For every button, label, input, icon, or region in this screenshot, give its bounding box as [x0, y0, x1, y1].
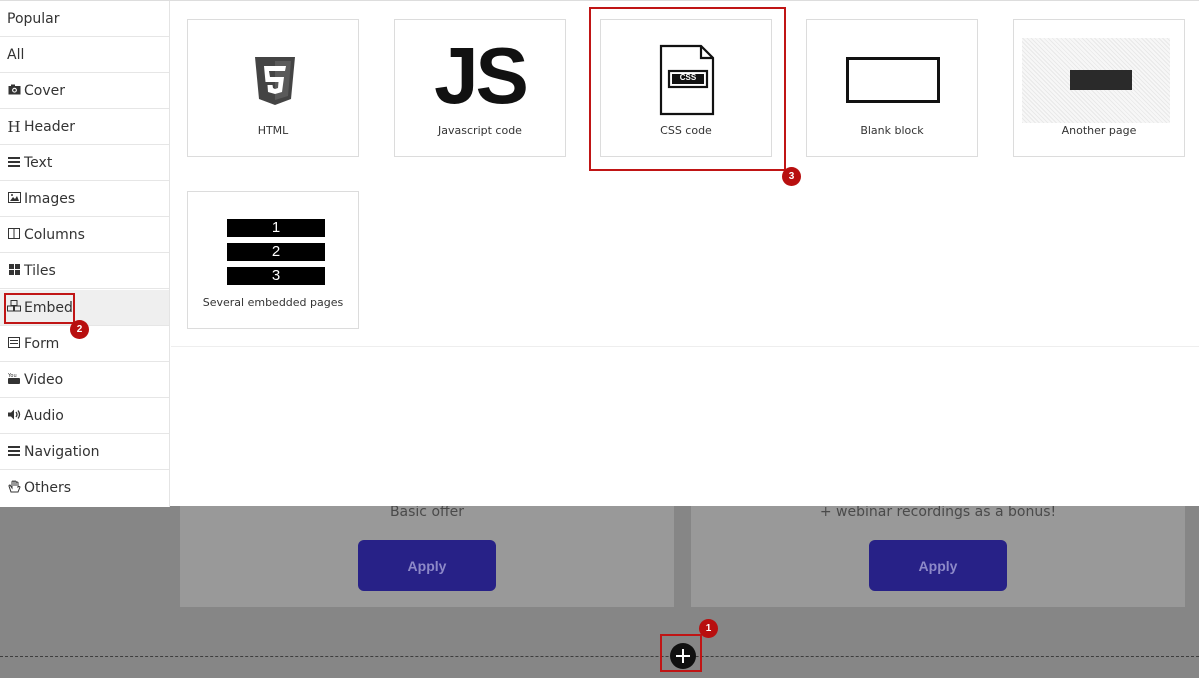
tile-html[interactable]: HTML: [187, 19, 359, 157]
tile-several-embedded-pages[interactable]: 1 2 3 Several embedded pages: [187, 191, 359, 329]
js-icon: JS: [434, 31, 529, 120]
offer-card-text: Basic offer: [389, 504, 465, 520]
block-library-panel: Popular All Cover H Header Text Images C…: [0, 0, 1199, 507]
apply-button[interactable]: Apply: [869, 540, 1007, 591]
sidebar-item-label: Tiles: [24, 262, 56, 279]
embedded-page-bar: 1: [227, 219, 325, 237]
speaker-icon: [7, 409, 21, 423]
sidebar-item-tiles[interactable]: Tiles: [0, 253, 169, 289]
sidebar-item-label: All: [7, 46, 25, 63]
sidebar-item-popular[interactable]: Popular: [0, 1, 169, 37]
tile-label: HTML: [257, 124, 289, 137]
sidebar-item-columns[interactable]: Columns: [0, 217, 169, 253]
tile-javascript[interactable]: JS Javascript code: [394, 19, 566, 157]
apply-button[interactable]: Apply: [358, 540, 496, 591]
image-icon: [7, 191, 21, 206]
another-page-thumbnail: [1022, 38, 1170, 123]
sidebar-item-label: Popular: [7, 10, 60, 27]
sidebar-item-text[interactable]: Text: [0, 145, 169, 181]
sidebar-item-label: Video: [24, 371, 64, 388]
hand-icon: [7, 480, 21, 496]
block-divider: [0, 656, 1199, 657]
tiles-icon: [7, 263, 21, 278]
tile-blank-block[interactable]: Blank block: [806, 19, 978, 157]
sidebar-item-audio[interactable]: Audio: [0, 398, 169, 434]
sidebar-item-label: Text: [24, 154, 53, 171]
header-h-icon: H: [7, 117, 21, 136]
sidebar-item-header[interactable]: H Header: [0, 109, 169, 145]
columns-icon: [7, 227, 21, 242]
sidebar-item-label: Header: [24, 118, 75, 135]
sidebar-item-images[interactable]: Images: [0, 181, 169, 217]
text-lines-icon: [7, 156, 21, 170]
category-sidebar: Popular All Cover H Header Text Images C…: [0, 1, 170, 507]
embedded-pages-icon: 1 2 3: [227, 219, 325, 285]
offer-card-basic: Basic offer Apply: [180, 504, 674, 607]
step-badge-3: 3: [782, 167, 801, 186]
youtube-icon: You: [7, 372, 21, 387]
sidebar-item-label: Columns: [24, 226, 85, 243]
embedded-page-bar: 3: [227, 267, 325, 285]
sidebar-item-all[interactable]: All: [0, 37, 169, 73]
html5-icon: [255, 57, 295, 105]
highlight-embed: [4, 293, 75, 324]
sidebar-item-label: Form: [24, 335, 60, 352]
sidebar-item-cover[interactable]: Cover: [0, 73, 169, 109]
sidebar-item-label: Audio: [24, 407, 64, 424]
blank-block-icon: [846, 57, 940, 103]
tile-label: Several embedded pages: [202, 296, 344, 309]
tile-label: Another page: [1061, 124, 1137, 137]
step-badge-1: 1: [699, 619, 718, 638]
embedded-page-bar: 2: [227, 243, 325, 261]
sidebar-item-label: Cover: [24, 82, 65, 99]
offer-card-bonus: + webinar recordings as a bonus! Apply: [691, 504, 1185, 607]
form-icon: [7, 336, 21, 351]
step-badge-2: 2: [70, 320, 89, 339]
sidebar-item-label: Others: [24, 480, 72, 496]
menu-icon: [7, 445, 21, 459]
highlight-add-block: [660, 634, 702, 672]
tile-label: Blank block: [860, 124, 924, 137]
tile-another-page[interactable]: Another page: [1013, 19, 1185, 157]
sidebar-item-navigation[interactable]: Navigation: [0, 434, 169, 470]
sidebar-item-video[interactable]: You Video: [0, 362, 169, 398]
sidebar-item-label: Images: [24, 190, 76, 207]
offer-card-text: + webinar recordings as a bonus!: [819, 504, 1057, 520]
sidebar-item-others[interactable]: Others: [0, 470, 169, 506]
highlight-css-code: [589, 7, 786, 171]
camera-icon: [7, 84, 21, 98]
sidebar-item-label: Navigation: [24, 443, 100, 460]
thumbnail-dark-bar: [1070, 70, 1132, 90]
tile-label: Javascript code: [438, 124, 522, 137]
